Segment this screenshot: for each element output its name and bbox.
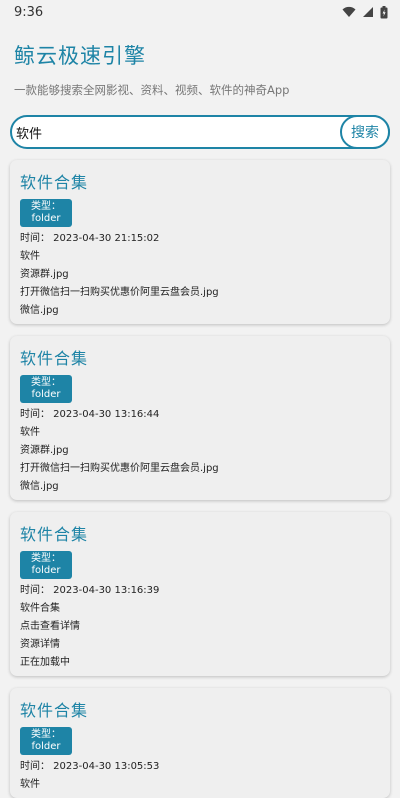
- result-card[interactable]: 软件合集 类型： folder 时间： 2023-04-30 21:15:02 …: [10, 160, 390, 324]
- result-line: 微信.jpg: [20, 305, 59, 316]
- search-button[interactable]: 搜索: [340, 115, 390, 149]
- result-line: 微信.jpg: [20, 481, 59, 492]
- results-list: 软件合集 类型： folder 时间： 2023-04-30 21:15:02 …: [0, 160, 400, 798]
- status-bar: 9:36: [0, 0, 400, 24]
- result-line: 资源详情: [20, 639, 60, 650]
- result-line: 软件: [20, 427, 40, 438]
- result-line: 软件合集: [20, 603, 60, 614]
- status-time: 9:36: [14, 4, 44, 20]
- type-badge: 类型： folder: [20, 375, 72, 403]
- result-line: 资源群.jpg: [20, 445, 69, 456]
- result-card[interactable]: 软件合集 类型： folder 时间： 2023-04-30 13:16:44 …: [10, 336, 390, 500]
- type-badge: 类型： folder: [20, 551, 72, 579]
- type-value: folder: [31, 565, 61, 576]
- result-card[interactable]: 软件合集 类型： folder 时间： 2023-04-30 13:05:53 …: [10, 688, 390, 798]
- type-label: 类型：: [31, 377, 61, 388]
- result-title: 软件合集: [20, 525, 89, 544]
- result-line: 点击查看详情: [20, 621, 80, 632]
- type-badge: 类型： folder: [20, 199, 72, 227]
- battery-icon: [380, 5, 388, 18]
- result-line: 软件: [20, 779, 40, 790]
- search-input[interactable]: [10, 115, 390, 149]
- result-line: 正在加载中: [20, 657, 70, 668]
- app-title: 鲸云极速引擎: [14, 44, 146, 68]
- type-value: folder: [31, 213, 61, 224]
- result-title: 软件合集: [20, 173, 89, 192]
- wifi-icon: [342, 6, 356, 17]
- type-label: 类型：: [31, 729, 61, 740]
- signal-icon: [363, 7, 373, 17]
- type-label: 类型：: [31, 553, 61, 564]
- app-header: 鲸云极速引擎 一款能够搜索全网影视、资料、视频、软件的神奇App: [0, 24, 400, 98]
- result-time: 时间： 2023-04-30 21:15:02: [20, 233, 160, 244]
- status-icons: [342, 5, 388, 19]
- type-value: folder: [31, 741, 61, 752]
- result-title: 软件合集: [20, 701, 89, 720]
- type-label: 类型：: [31, 201, 61, 212]
- result-line: 打开微信扫一扫购买优惠价阿里云盘会员.jpg: [20, 287, 219, 298]
- result-time: 时间： 2023-04-30 13:16:44: [20, 409, 160, 420]
- result-title: 软件合集: [20, 349, 89, 368]
- result-line: 打开微信扫一扫购买优惠价阿里云盘会员.jpg: [20, 463, 219, 474]
- search-bar: 搜索: [10, 115, 390, 149]
- app-subtitle: 一款能够搜索全网影视、资料、视频、软件的神奇App: [14, 83, 290, 97]
- type-value: folder: [31, 389, 61, 400]
- result-line: 软件: [20, 251, 40, 262]
- type-badge: 类型： folder: [20, 727, 72, 755]
- result-line: 资源群.jpg: [20, 269, 69, 280]
- result-time: 时间： 2023-04-30 13:05:53: [20, 761, 160, 772]
- result-card[interactable]: 软件合集 类型： folder 时间： 2023-04-30 13:16:39 …: [10, 512, 390, 676]
- result-time: 时间： 2023-04-30 13:16:39: [20, 585, 160, 596]
